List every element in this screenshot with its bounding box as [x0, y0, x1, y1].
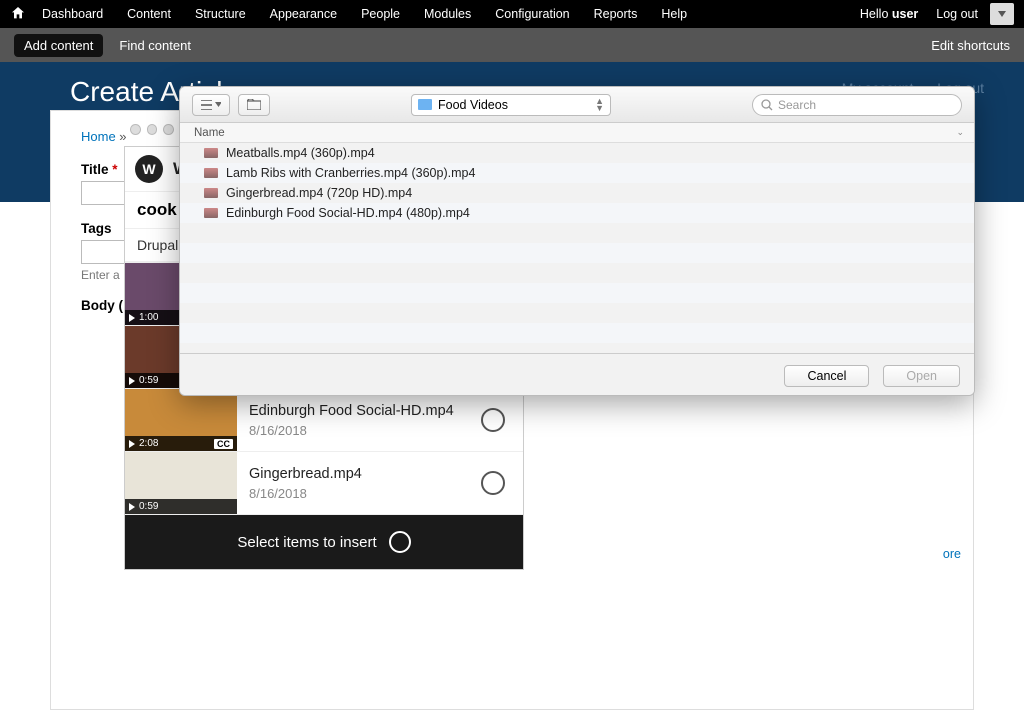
video-date: 8/16/2018 — [249, 423, 469, 438]
admin-topbar: Dashboard Content Structure Appearance P… — [0, 0, 1024, 28]
search-input[interactable]: Search — [752, 94, 962, 116]
cancel-button[interactable]: Cancel — [784, 365, 869, 387]
file-row-empty — [180, 243, 974, 263]
sort-indicator-icon: ⌄ — [956, 127, 964, 138]
file-row-empty — [180, 263, 974, 283]
folder-dropdown[interactable]: Food Videos ▲▼ — [411, 94, 611, 116]
video-item[interactable]: 2:08CC Edinburgh Food Social-HD.mp4 8/16/… — [125, 389, 523, 452]
video-title: Gingerbread.mp4 — [249, 466, 469, 482]
nav-reports[interactable]: Reports — [594, 7, 638, 21]
nav-help[interactable]: Help — [661, 7, 687, 21]
file-row-empty — [180, 323, 974, 343]
wistia-badge-icon: W — [135, 155, 163, 183]
chevron-updown-icon: ▲▼ — [595, 98, 604, 112]
video-date: 8/16/2018 — [249, 486, 469, 501]
nav-structure[interactable]: Structure — [195, 7, 246, 21]
file-row[interactable]: Lamb Ribs with Cranberries.mp4 (360p).mp… — [180, 163, 974, 183]
wistia-footer[interactable]: Select items to insert — [125, 515, 523, 569]
nav-configuration[interactable]: Configuration — [495, 7, 569, 21]
select-radio[interactable] — [481, 408, 505, 432]
play-icon — [129, 503, 135, 511]
file-open-dialog: Food Videos ▲▼ Search Name ⌄ Meatballs.m… — [179, 86, 975, 396]
hello-user: Hello user — [860, 7, 918, 21]
file-row[interactable]: Meatballs.mp4 (360p).mp4 — [180, 143, 974, 163]
video-item[interactable]: 0:59 Gingerbread.mp4 8/16/2018 — [125, 452, 523, 515]
file-row-empty — [180, 223, 974, 243]
play-icon — [129, 440, 135, 448]
play-icon — [129, 377, 135, 385]
video-title: Edinburgh Food Social-HD.mp4 — [249, 403, 469, 419]
video-file-icon — [204, 208, 218, 218]
logout-link[interactable]: Log out — [936, 7, 978, 21]
edit-shortcuts-link[interactable]: Edit shortcuts — [931, 38, 1010, 53]
folder-icon — [418, 99, 432, 110]
list-view-button[interactable] — [192, 94, 230, 116]
nav-dashboard[interactable]: Dashboard — [42, 7, 103, 21]
nav-people[interactable]: People — [361, 7, 400, 21]
traffic-max[interactable] — [163, 124, 174, 135]
video-thumbnail: 0:59 — [125, 452, 237, 514]
traffic-close[interactable] — [130, 124, 141, 135]
topbar-dropdown[interactable] — [990, 3, 1014, 25]
video-file-icon — [204, 188, 218, 198]
dialog-toolbar: Food Videos ▲▼ Search — [180, 87, 974, 123]
open-button[interactable]: Open — [883, 365, 960, 387]
file-row-empty — [180, 303, 974, 323]
icon-view-button[interactable] — [238, 94, 270, 116]
file-row[interactable]: Gingerbread.mp4 (720p HD).mp4 — [180, 183, 974, 203]
play-icon — [129, 314, 135, 322]
add-icon — [389, 531, 411, 553]
traffic-min[interactable] — [147, 124, 158, 135]
nav-appearance[interactable]: Appearance — [270, 7, 337, 21]
more-link[interactable]: ore — [943, 547, 961, 561]
select-radio[interactable] — [481, 471, 505, 495]
nav-content[interactable]: Content — [127, 7, 171, 21]
file-list: Meatballs.mp4 (360p).mp4 Lamb Ribs with … — [180, 143, 974, 353]
dialog-footer: Cancel Open — [180, 353, 974, 396]
search-icon — [761, 99, 773, 111]
video-file-icon — [204, 148, 218, 158]
add-content-button[interactable]: Add content — [14, 34, 103, 57]
window-traffic-lights — [124, 118, 180, 141]
nav-modules[interactable]: Modules — [424, 7, 471, 21]
home-icon[interactable] — [10, 5, 28, 23]
shortcut-bar: Add content Find content Edit shortcuts — [0, 28, 1024, 62]
column-header-name[interactable]: Name ⌄ — [180, 123, 974, 143]
find-content-link[interactable]: Find content — [119, 38, 191, 53]
breadcrumb-home[interactable]: Home — [81, 129, 116, 144]
video-thumbnail: 2:08CC — [125, 389, 237, 451]
file-row-empty — [180, 283, 974, 303]
cc-badge: CC — [214, 439, 233, 449]
video-file-icon — [204, 168, 218, 178]
file-row[interactable]: Edinburgh Food Social-HD.mp4 (480p).mp4 — [180, 203, 974, 223]
